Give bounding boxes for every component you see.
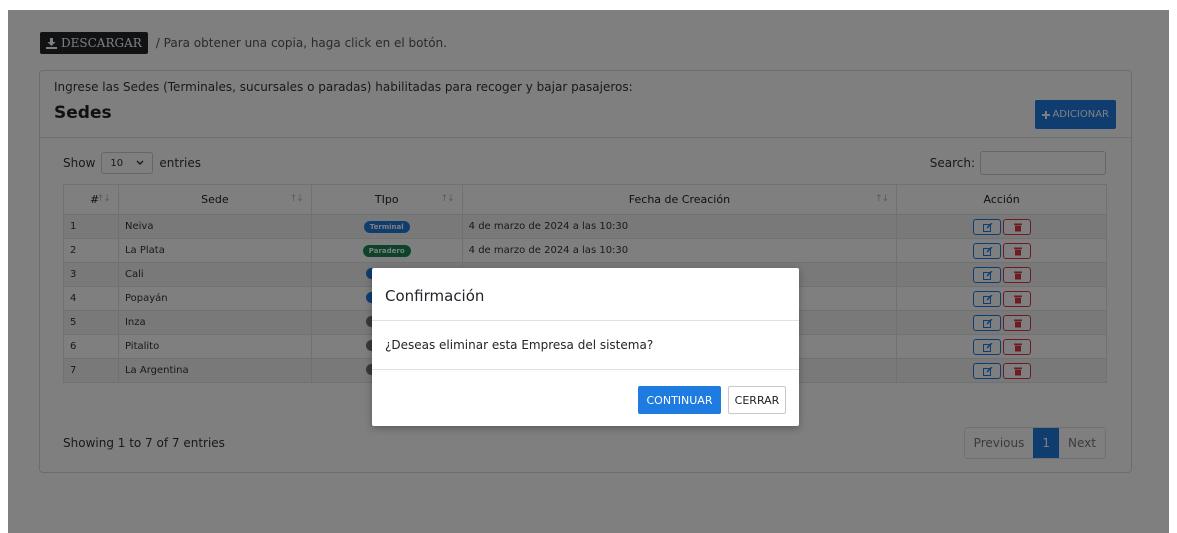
close-button[interactable]: CERRAR (728, 386, 786, 414)
modal-footer: CONTINUAR CERRAR (372, 370, 799, 426)
modal-message: ¿Deseas eliminar esta Empresa del sistem… (372, 321, 799, 370)
modal-title: Confirmación (372, 268, 799, 321)
continue-button[interactable]: CONTINUAR (638, 386, 721, 414)
confirmation-modal: Confirmación ¿Deseas eliminar esta Empre… (372, 268, 799, 426)
